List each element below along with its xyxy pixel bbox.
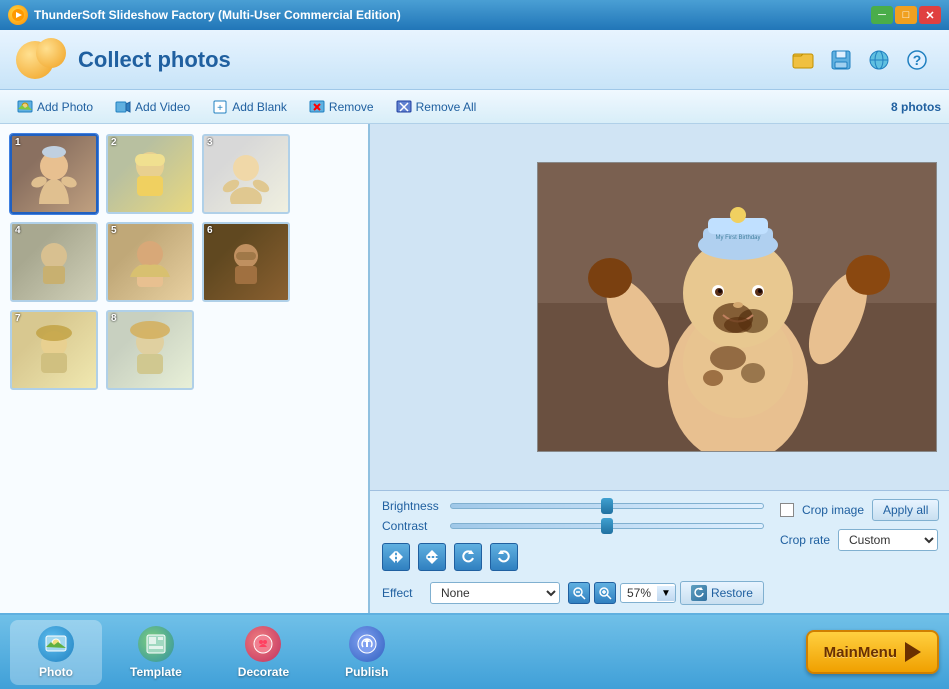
- photo-thumb-1[interactable]: 1: [10, 134, 98, 214]
- zoom-controls: 57% ▼ Restore: [568, 581, 764, 605]
- add-photo-icon: [17, 99, 33, 115]
- preview-image: My First Birthday: [537, 162, 937, 452]
- photo-nav-label: Photo: [39, 665, 73, 679]
- contrast-row: Contrast: [382, 519, 764, 533]
- nav-items: Photo Template Decorate Publish: [10, 620, 417, 685]
- maximize-button[interactable]: □: [895, 6, 917, 24]
- zoom-out-button[interactable]: [568, 582, 590, 604]
- main-menu-button[interactable]: MainMenu: [806, 630, 939, 674]
- crop-rate-select[interactable]: Custom 4:3 16:9 1:1 3:2: [838, 529, 938, 551]
- crop-image-row: Crop image Apply all: [780, 499, 949, 521]
- restore-icon: [691, 585, 707, 601]
- rotate-right-button[interactable]: [490, 543, 518, 571]
- photo-thumb-6[interactable]: 6: [202, 222, 290, 302]
- header-icons: ?: [787, 44, 933, 76]
- save-button[interactable]: [825, 44, 857, 76]
- svg-text:My First Birthday: My First Birthday: [715, 235, 760, 241]
- decorate-nav-icon: [245, 626, 281, 662]
- publish-nav-icon: [349, 626, 385, 662]
- preview-area: My First Birthday: [370, 124, 949, 613]
- bottom-nav: Photo Template Decorate Publish MainMenu: [0, 613, 949, 689]
- photos-count: 8 photos: [891, 100, 941, 114]
- nav-template[interactable]: Template: [102, 620, 210, 685]
- remove-icon: [309, 99, 325, 115]
- zoom-in-button[interactable]: [594, 582, 616, 604]
- decorate-nav-label: Decorate: [238, 665, 289, 679]
- contrast-slider[interactable]: [450, 523, 764, 529]
- brightness-slider[interactable]: [450, 503, 764, 509]
- main-content: 1 2 3: [0, 124, 949, 613]
- add-blank-icon: +: [212, 99, 228, 115]
- zoom-value-container: 57% ▼: [620, 583, 676, 603]
- app-title: ThunderSoft Slideshow Factory (Multi-Use…: [34, 8, 401, 22]
- restore-label: Restore: [711, 586, 753, 600]
- svg-text:+: +: [217, 103, 223, 114]
- app-icon: [8, 5, 28, 25]
- brightness-label: Brightness: [382, 499, 442, 513]
- title-bar-left: ThunderSoft Slideshow Factory (Multi-Use…: [8, 5, 401, 25]
- template-nav-label: Template: [130, 665, 182, 679]
- crop-image-checkbox[interactable]: [780, 503, 794, 517]
- remove-button[interactable]: Remove: [300, 95, 383, 119]
- controls-area: Brightness Contrast: [370, 490, 949, 613]
- main-menu-label: MainMenu: [824, 644, 897, 661]
- effect-label: Effect: [382, 586, 422, 600]
- photo-nav-icon: [38, 626, 74, 662]
- folder-button[interactable]: [787, 44, 819, 76]
- web-button[interactable]: [863, 44, 895, 76]
- header-title: Collect photos: [16, 38, 231, 82]
- brightness-thumb[interactable]: [601, 498, 613, 514]
- header-logo: [16, 38, 66, 82]
- flip-horizontal-button[interactable]: [382, 543, 410, 571]
- transform-icons: [382, 543, 764, 571]
- crop-rate-label: Crop rate: [780, 533, 830, 547]
- controls-left: Brightness Contrast: [382, 499, 764, 605]
- page-title: Collect photos: [78, 47, 231, 73]
- photo-thumb-8[interactable]: 8: [106, 310, 194, 390]
- add-photo-button[interactable]: Add Photo: [8, 95, 102, 119]
- add-video-icon: [115, 99, 131, 115]
- nav-publish[interactable]: Publish: [317, 620, 416, 685]
- controls-middle: Crop image Apply all Crop rate Custom 4:…: [780, 499, 949, 605]
- flip-vertical-button[interactable]: [418, 543, 446, 571]
- remove-all-button[interactable]: Remove All: [387, 95, 486, 119]
- add-video-button[interactable]: Add Video: [106, 95, 199, 119]
- photo-thumb-4[interactable]: 4: [10, 222, 98, 302]
- rotate-left-button[interactable]: [454, 543, 482, 571]
- main-menu-arrow: [905, 642, 921, 662]
- minimize-button[interactable]: ─: [871, 6, 893, 24]
- photo-preview: My First Birthday: [370, 124, 949, 490]
- contrast-label: Contrast: [382, 519, 442, 533]
- header: Collect photos ?: [0, 30, 949, 90]
- template-nav-icon: [138, 626, 174, 662]
- zoom-value: 57%: [621, 584, 657, 602]
- photo-thumb-3[interactable]: 3: [202, 134, 290, 214]
- photo-thumb-7[interactable]: 7: [10, 310, 98, 390]
- nav-photo[interactable]: Photo: [10, 620, 102, 685]
- help-button[interactable]: ?: [901, 44, 933, 76]
- close-button[interactable]: ✕: [919, 6, 941, 24]
- add-blank-button[interactable]: + Add Blank: [203, 95, 296, 119]
- crop-rate-row: Crop rate Custom 4:3 16:9 1:1 3:2: [780, 529, 949, 551]
- crop-image-label: Crop image: [802, 503, 864, 517]
- contrast-thumb[interactable]: [601, 518, 613, 534]
- publish-nav-label: Publish: [345, 665, 388, 679]
- photo-thumb-5[interactable]: 5: [106, 222, 194, 302]
- restore-button[interactable]: Restore: [680, 581, 764, 605]
- toolbar-buttons: Add Photo Add Video + Add Blank Remove R…: [8, 95, 485, 119]
- brightness-row: Brightness: [382, 499, 764, 513]
- zoom-dropdown-button[interactable]: ▼: [657, 586, 675, 601]
- title-bar: ThunderSoft Slideshow Factory (Multi-Use…: [0, 0, 949, 30]
- toolbar: Add Photo Add Video + Add Blank Remove R…: [0, 90, 949, 124]
- photo-grid: 1 2 3: [0, 124, 370, 613]
- apply-all-button[interactable]: Apply all: [872, 499, 939, 521]
- effect-row: Effect None 57% ▼: [382, 581, 764, 605]
- nav-decorate[interactable]: Decorate: [210, 620, 317, 685]
- effect-select[interactable]: None: [430, 582, 560, 604]
- svg-text:?: ?: [913, 52, 922, 68]
- remove-all-icon: [396, 99, 412, 115]
- photo-thumb-2[interactable]: 2: [106, 134, 194, 214]
- window-controls: ─ □ ✕: [871, 6, 941, 24]
